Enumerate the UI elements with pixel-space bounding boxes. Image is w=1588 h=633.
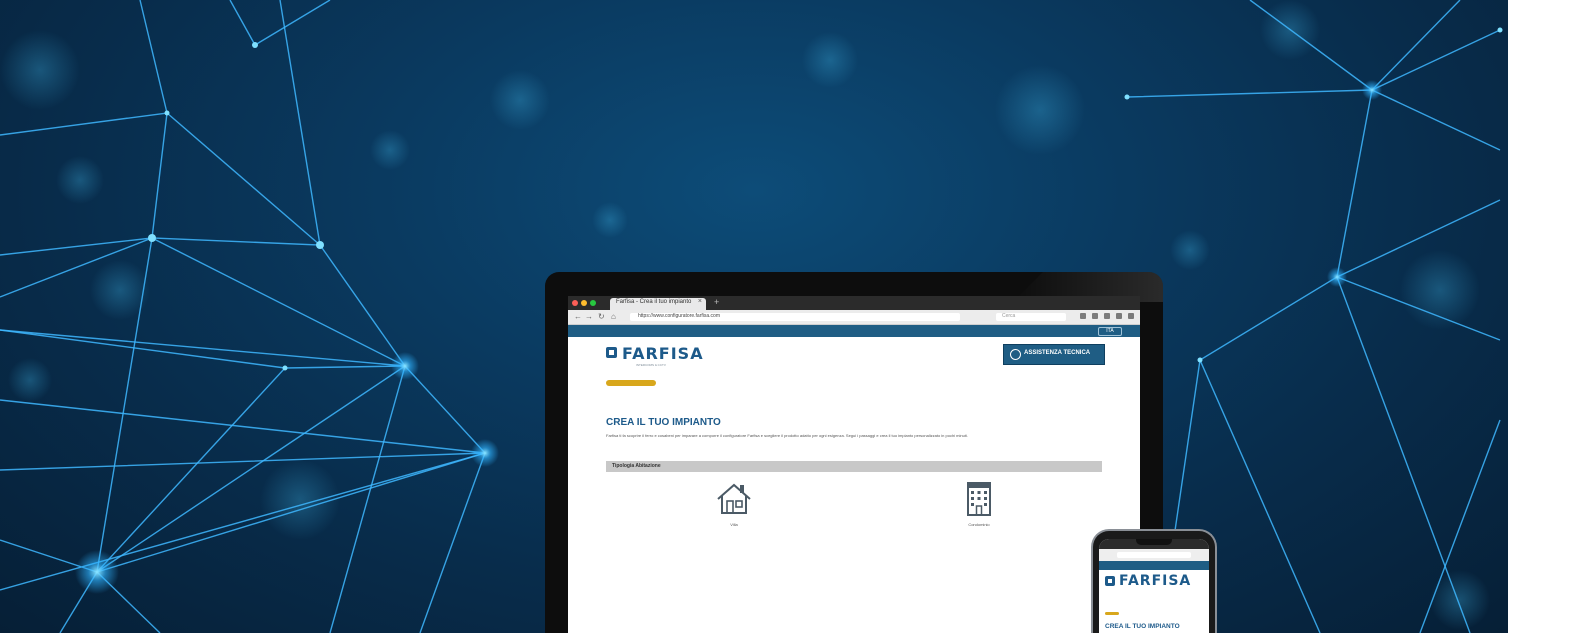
logo-tagline: INTERCOMS & CCTV — [636, 363, 666, 367]
extensions-icon[interactable] — [1116, 313, 1122, 319]
section-header-label: Tipologia Abitazione — [612, 463, 661, 469]
sidebar-icon[interactable] — [1104, 313, 1110, 319]
option-villa[interactable]: Villa — [694, 479, 774, 535]
option-condominio[interactable]: Condominio — [939, 479, 1019, 535]
option-condominio-label: Condominio — [968, 522, 990, 527]
desktop-monitor-mockup: Farfisa - Crea il tuo impianto × + ← → ↻… — [545, 272, 1163, 633]
option-villa-label: Villa — [730, 522, 738, 527]
reload-icon[interactable]: ↻ — [598, 312, 605, 321]
phone-screen: FARFISA CREA IL TUO IMPIANTO — [1099, 539, 1209, 633]
phone-address-bar[interactable] — [1117, 552, 1191, 558]
monitor-screen: Farfisa - Crea il tuo impianto × + ← → ↻… — [568, 296, 1140, 633]
window-close-dot[interactable] — [572, 300, 578, 306]
home-icon[interactable]: ⌂ — [611, 312, 616, 321]
house-icon — [717, 483, 751, 514]
progress-step-bar — [606, 380, 656, 386]
browser-search-field[interactable]: Cerca — [996, 313, 1066, 321]
browser-tab[interactable]: Farfisa - Crea il tuo impianto × — [610, 298, 706, 310]
address-bar-url: https://www.configuratore.farfisa.com — [638, 313, 720, 319]
page-title: CREA IL TUO IMPIANTO — [606, 417, 721, 428]
intro-paragraph: Farfisa ti fa scoprire il ferro e cosabe… — [606, 433, 968, 438]
browser-tab-bar: Farfisa - Crea il tuo impianto × + — [568, 296, 1140, 310]
headset-icon — [1010, 349, 1021, 360]
site-top-bar: ITA — [568, 325, 1140, 337]
new-tab-button[interactable]: + — [714, 297, 719, 307]
technical-assistance-label: ASSISTENZA TECNICA — [1024, 350, 1091, 356]
library-icon[interactable] — [1092, 313, 1098, 319]
tab-close-icon[interactable]: × — [698, 298, 702, 305]
section-header: Tipologia Abitazione — [606, 461, 1102, 472]
phone-browser-bar — [1099, 549, 1209, 561]
forward-arrow-icon[interactable]: → — [585, 312, 593, 321]
browser-search-placeholder: Cerca — [1002, 313, 1016, 319]
logo-wordmark: FARFISA — [622, 344, 704, 363]
phone-site-top-bar — [1099, 561, 1209, 570]
phone-notch — [1136, 539, 1172, 545]
back-arrow-icon[interactable]: ← — [574, 312, 582, 321]
menu-icon[interactable] — [1128, 313, 1134, 319]
browser-tab-title: Farfisa - Crea il tuo impianto — [616, 299, 692, 305]
browser-toolbar: ← → ↻ ⌂ https://www.configuratore.farfis… — [568, 310, 1140, 325]
smartphone-mockup: FARFISA CREA IL TUO IMPIANTO — [1091, 529, 1217, 633]
right-margin-strip — [1508, 0, 1588, 633]
downloads-icon[interactable] — [1080, 313, 1086, 319]
window-maximize-dot[interactable] — [590, 300, 596, 306]
window-minimize-dot[interactable] — [581, 300, 587, 306]
hero-banner: Farfisa - Crea il tuo impianto × + ← → ↻… — [0, 0, 1588, 633]
phone-page-title: CREA IL TUO IMPIANTO — [1105, 623, 1180, 630]
apartment-building-icon — [967, 482, 991, 516]
technical-assistance-button[interactable]: ASSISTENZA TECNICA — [1003, 344, 1105, 365]
logo-mark-icon — [606, 347, 617, 358]
phone-logo-mark-icon — [1105, 576, 1115, 586]
language-button[interactable]: ITA — [1098, 327, 1122, 336]
address-bar[interactable]: https://www.configuratore.farfisa.com — [630, 313, 960, 321]
phone-status-bar — [1099, 539, 1209, 549]
phone-progress-step-bar — [1105, 612, 1119, 615]
configurator-page: FARFISA INTERCOMS & CCTV ASSISTENZA TECN… — [568, 337, 1140, 633]
phone-logo-wordmark: FARFISA — [1119, 573, 1192, 589]
